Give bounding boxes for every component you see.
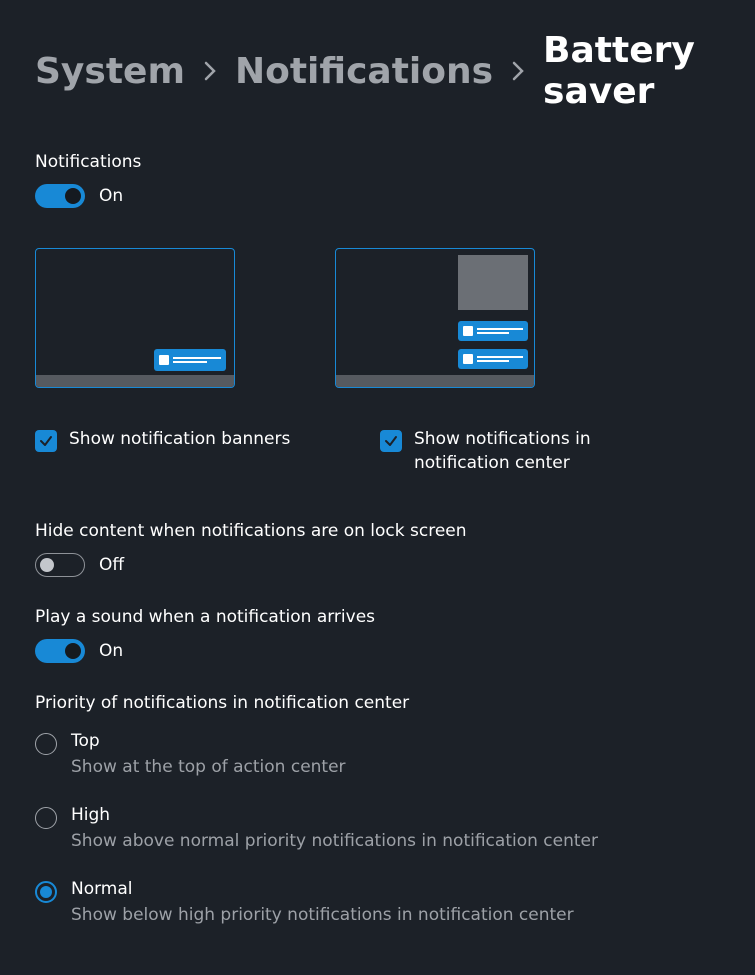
preview-taskbar [336, 375, 534, 387]
breadcrumb-current: Battery saver [543, 30, 720, 112]
radio-unselected-icon [35, 733, 57, 755]
radio-unselected-icon [35, 807, 57, 829]
chevron-right-icon [203, 60, 217, 82]
priority-option-desc: Show at the top of action center [71, 757, 346, 777]
notifications-label: Notifications [35, 152, 720, 172]
checkbox-checked-icon [380, 430, 402, 452]
priority-option-desc: Show below high priority notifications i… [71, 905, 574, 925]
priority-option-title: High [71, 805, 598, 825]
priority-option-desc: Show above normal priority notifications… [71, 831, 598, 851]
breadcrumb-system[interactable]: System [35, 51, 185, 92]
notifications-toggle-state: On [99, 186, 123, 206]
priority-radio-group: Top Show at the top of action center Hig… [35, 731, 720, 925]
show-in-center-option[interactable]: Show notifications in notification cente… [380, 428, 660, 476]
hide-content-toggle[interactable] [35, 553, 85, 577]
checkbox-checked-icon [35, 430, 57, 452]
hide-content-label: Hide content when notifications are on l… [35, 521, 720, 541]
preview-banner-card[interactable] [35, 248, 235, 388]
breadcrumb-notifications[interactable]: Notifications [235, 51, 493, 92]
notifications-toggle[interactable] [35, 184, 85, 208]
play-sound-toggle[interactable] [35, 639, 85, 663]
preview-taskbar [36, 375, 234, 387]
play-sound-toggle-state: On [99, 641, 123, 661]
priority-option-title: Top [71, 731, 346, 751]
play-sound-label: Play a sound when a notification arrives [35, 607, 720, 627]
preview-center-item-icon [458, 321, 528, 341]
preview-banner-icon [154, 349, 226, 371]
priority-option-title: Normal [71, 879, 574, 899]
priority-option-normal[interactable]: Normal Show below high priority notifica… [35, 879, 720, 925]
show-banners-option[interactable]: Show notification banners [35, 428, 315, 476]
preview-center-panel [458, 255, 528, 310]
preview-center-item-icon [458, 349, 528, 369]
preview-center-card[interactable] [335, 248, 535, 388]
priority-option-top[interactable]: Top Show at the top of action center [35, 731, 720, 777]
chevron-right-icon [511, 60, 525, 82]
hide-content-toggle-state: Off [99, 555, 124, 575]
show-in-center-label: Show notifications in notification cente… [414, 428, 660, 476]
radio-selected-icon [35, 881, 57, 903]
priority-label: Priority of notifications in notificatio… [35, 693, 720, 713]
priority-option-high[interactable]: High Show above normal priority notifica… [35, 805, 720, 851]
show-banners-label: Show notification banners [69, 428, 290, 452]
notification-preview-row [35, 248, 720, 388]
breadcrumb: System Notifications Battery saver [35, 30, 720, 112]
